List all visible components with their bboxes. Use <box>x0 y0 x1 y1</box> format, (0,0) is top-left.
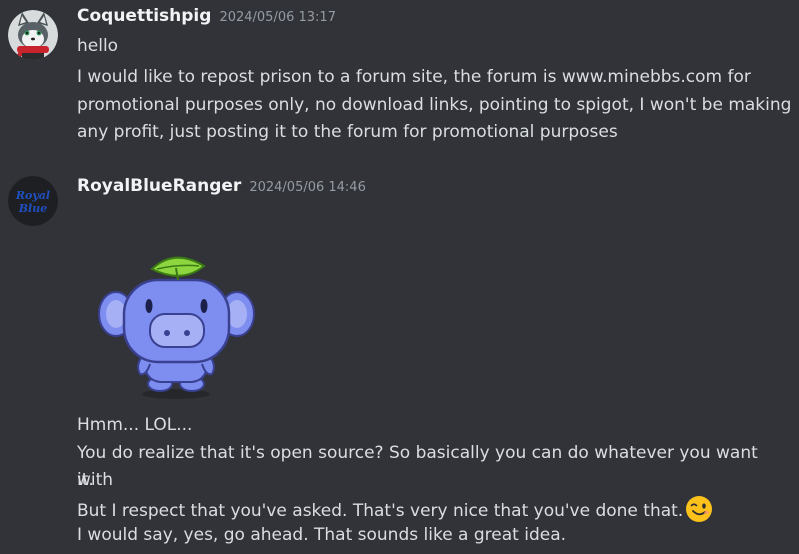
message-header: RoyalBlueRanger 2024/05/06 14:46 <box>77 176 366 196</box>
avatar-royalblueranger[interactable]: Royal Blue <box>8 176 58 226</box>
username[interactable]: Coquettishpig <box>77 6 211 26</box>
message-header: Coquettishpig 2024/05/06 13:17 <box>77 6 336 26</box>
wumpus-sticker[interactable] <box>94 254 259 402</box>
username[interactable]: RoyalBlueRanger <box>77 176 241 196</box>
message-text-line: promotional purposes only, no download l… <box>77 95 792 115</box>
message-text-line: Hmm... LOL... <box>77 415 193 435</box>
message-text-line: hello <box>77 36 119 56</box>
timestamp[interactable]: 2024/05/06 13:17 <box>219 10 336 25</box>
chat-messages: Coquettishpig 2024/05/06 13:17 hello I wo… <box>0 0 799 554</box>
avatar-coquettishpig[interactable] <box>8 10 58 60</box>
royal-blue-logo-avatar-icon: Royal Blue <box>8 176 58 226</box>
fox-character-avatar-icon <box>8 10 58 60</box>
winking-face-emoji-icon <box>686 496 713 522</box>
timestamp[interactable]: 2024/05/06 14:46 <box>249 180 366 195</box>
message-text-line: any profit, just posting it to the forum… <box>77 122 618 142</box>
message-text: But I respect that you've asked. That's … <box>77 501 684 521</box>
message-text-line-with-emoji: But I respect that you've asked. That's … <box>77 495 793 525</box>
wumpus-sticker-icon <box>98 256 255 399</box>
message-text-line: I would say, yes, go ahead. That sounds … <box>77 525 567 545</box>
avatar-text-blue: Blue <box>18 202 47 215</box>
avatar-text-royal: Royal <box>15 189 50 202</box>
message-text-line: I would like to repost prison to a forum… <box>77 67 751 87</box>
message-text-line: it. <box>77 470 94 490</box>
